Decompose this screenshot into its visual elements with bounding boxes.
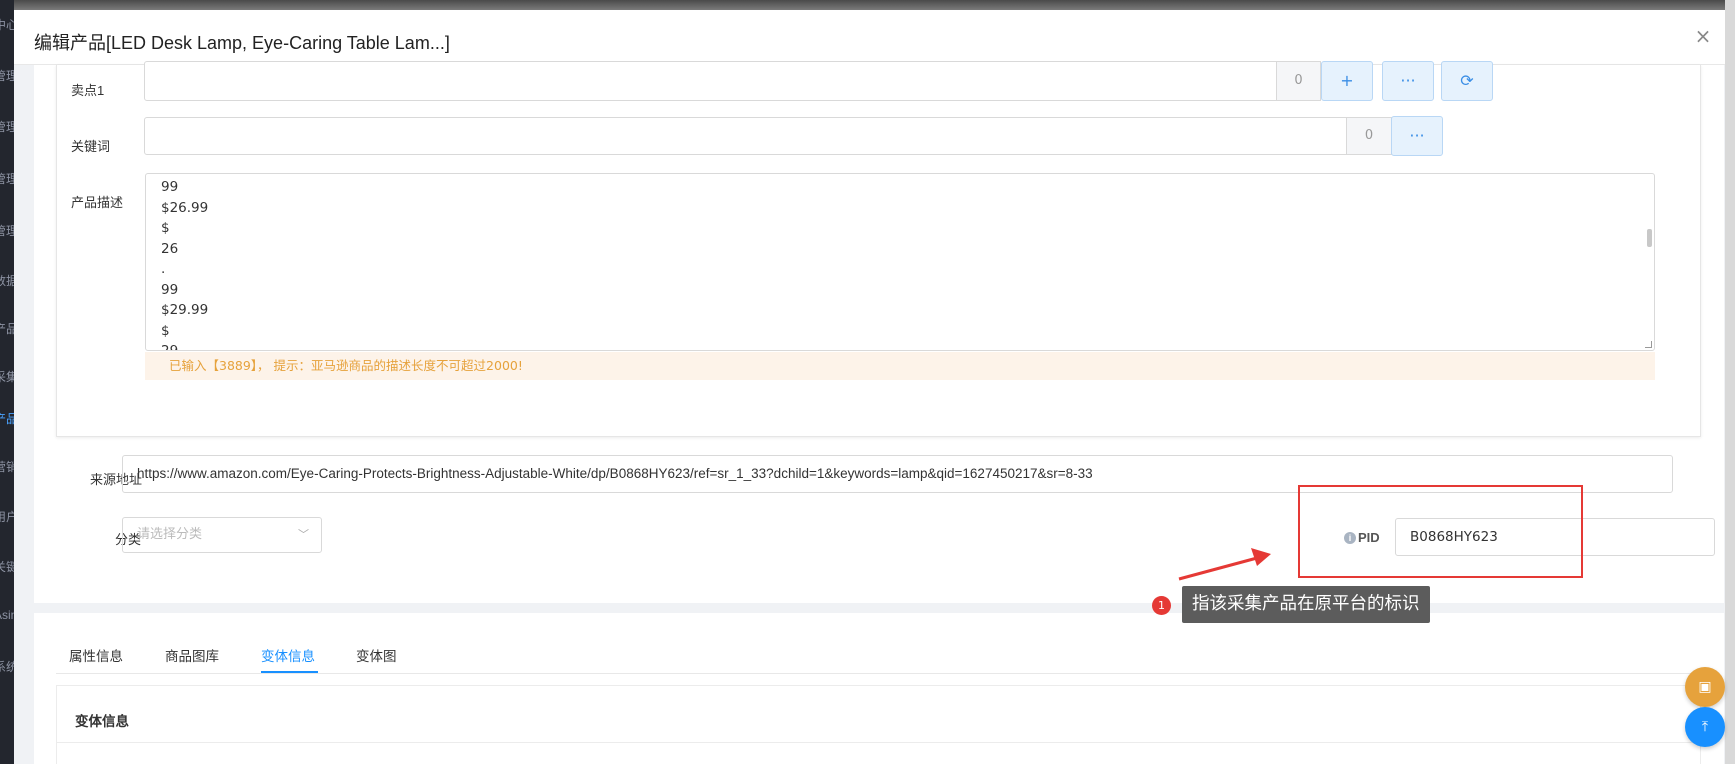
variant-divider [57, 742, 1700, 743]
tab-divider [56, 673, 1701, 674]
tab-variant-images[interactable]: 变体图 [356, 645, 397, 665]
chevron-down-icon: ﹀ [298, 528, 309, 541]
sidebar-fragment: 用户 [0, 510, 14, 524]
backdrop-right [1725, 0, 1735, 764]
variant-title: 变体信息 [75, 714, 129, 730]
tab-attributes[interactable]: 属性信息 [69, 645, 123, 665]
description-line: 99 [161, 281, 179, 298]
sidebar-fragment: 管理 [0, 172, 14, 186]
sidebar-fragment: 采集 [0, 370, 14, 384]
scrollbar-thumb[interactable] [1647, 229, 1652, 247]
sidebar-fragment: 数据 [0, 274, 14, 288]
keywords-input[interactable] [144, 117, 1349, 155]
description-textarea[interactable]: 99 $26.99 $ 26 . 99 $29.99 $ 29 [145, 173, 1655, 351]
description-line: $26.99 [161, 199, 209, 216]
description-line: 29 [161, 343, 179, 351]
category-select[interactable]: 请选择分类 ﹀ [122, 517, 322, 553]
sidebar-fragment: Asin [0, 608, 14, 622]
tab-variants[interactable]: 变体信息 [261, 645, 315, 665]
description-line: $ [161, 322, 170, 339]
selling-point-input[interactable] [144, 61, 1279, 101]
description-line: $29.99 [161, 302, 209, 318]
listing-content-card: 卖点1 0 + ··· ⟳ 关键词 0 ··· 产品描述 99 $26.99 $… [56, 61, 1701, 437]
edit-product-modal: 编辑产品[LED Desk Lamp, Eye-Caring Table Lam… [14, 10, 1725, 764]
selling-point-label: 卖点1 [71, 83, 105, 98]
description-line: 26 [161, 240, 179, 257]
back-to-top-button[interactable]: ⤒ [1685, 707, 1725, 747]
backdrop-sidebar: 中心 管理 管理 管理 管理 数据 产品 采集 产品 营销 用户 关键 Asin… [0, 0, 14, 764]
more-selling-point-button[interactable]: ··· [1382, 61, 1434, 101]
annotation-badge: 1 [1152, 596, 1171, 615]
annotation-tooltip: 指该采集产品在原平台的标识 [1182, 586, 1430, 623]
pid-highlight-box [1298, 485, 1583, 578]
sidebar-fragment: 中心 [0, 18, 14, 32]
floating-action-button[interactable]: ▣ [1685, 667, 1725, 707]
sidebar-fragment: 系统 [0, 660, 14, 674]
selling-point-count: 0 [1276, 61, 1321, 101]
sidebar-fragment: 关键 [0, 560, 14, 574]
refresh-icon[interactable]: ⟳ [1441, 61, 1493, 101]
more-keywords-button[interactable]: ··· [1391, 116, 1443, 156]
active-tab-indicator [261, 671, 318, 673]
category-placeholder: 请选择分类 [137, 527, 203, 542]
sidebar-fragment: 产品 [0, 412, 14, 426]
resize-handle[interactable] [1645, 341, 1652, 348]
add-selling-point-button[interactable]: + [1321, 61, 1373, 101]
sidebar-fragment: 管理 [0, 224, 14, 238]
annotation-arrow-icon [1178, 548, 1271, 581]
close-icon[interactable]: × [1693, 26, 1713, 46]
sidebar-fragment: 管理 [0, 120, 14, 134]
variant-card: 变体信息 [56, 685, 1701, 764]
tabs-section: 属性信息 商品图库 变体信息 变体图 变体信息 [34, 613, 1724, 764]
sidebar-fragment: 营销 [0, 460, 14, 474]
description-warning: 已输入【3889】， 提示：亚马逊商品的描述长度不可超过2000! [145, 352, 1655, 380]
backdrop-top [0, 0, 1735, 10]
keywords-count: 0 [1346, 117, 1392, 155]
description-line: 99 [161, 179, 179, 195]
description-label: 产品描述 [71, 195, 124, 210]
keywords-label: 关键词 [71, 139, 111, 154]
description-line: $ [161, 220, 170, 236]
tab-gallery[interactable]: 商品图库 [165, 645, 219, 665]
description-line: . [161, 261, 166, 277]
modal-header: 编辑产品[LED Desk Lamp, Eye-Caring Table Lam… [14, 10, 1725, 65]
sidebar-fragment: 管理 [0, 69, 14, 83]
sidebar-fragment: 产品 [0, 322, 14, 336]
modal-title: 编辑产品[LED Desk Lamp, Eye-Caring Table Lam… [34, 33, 450, 53]
